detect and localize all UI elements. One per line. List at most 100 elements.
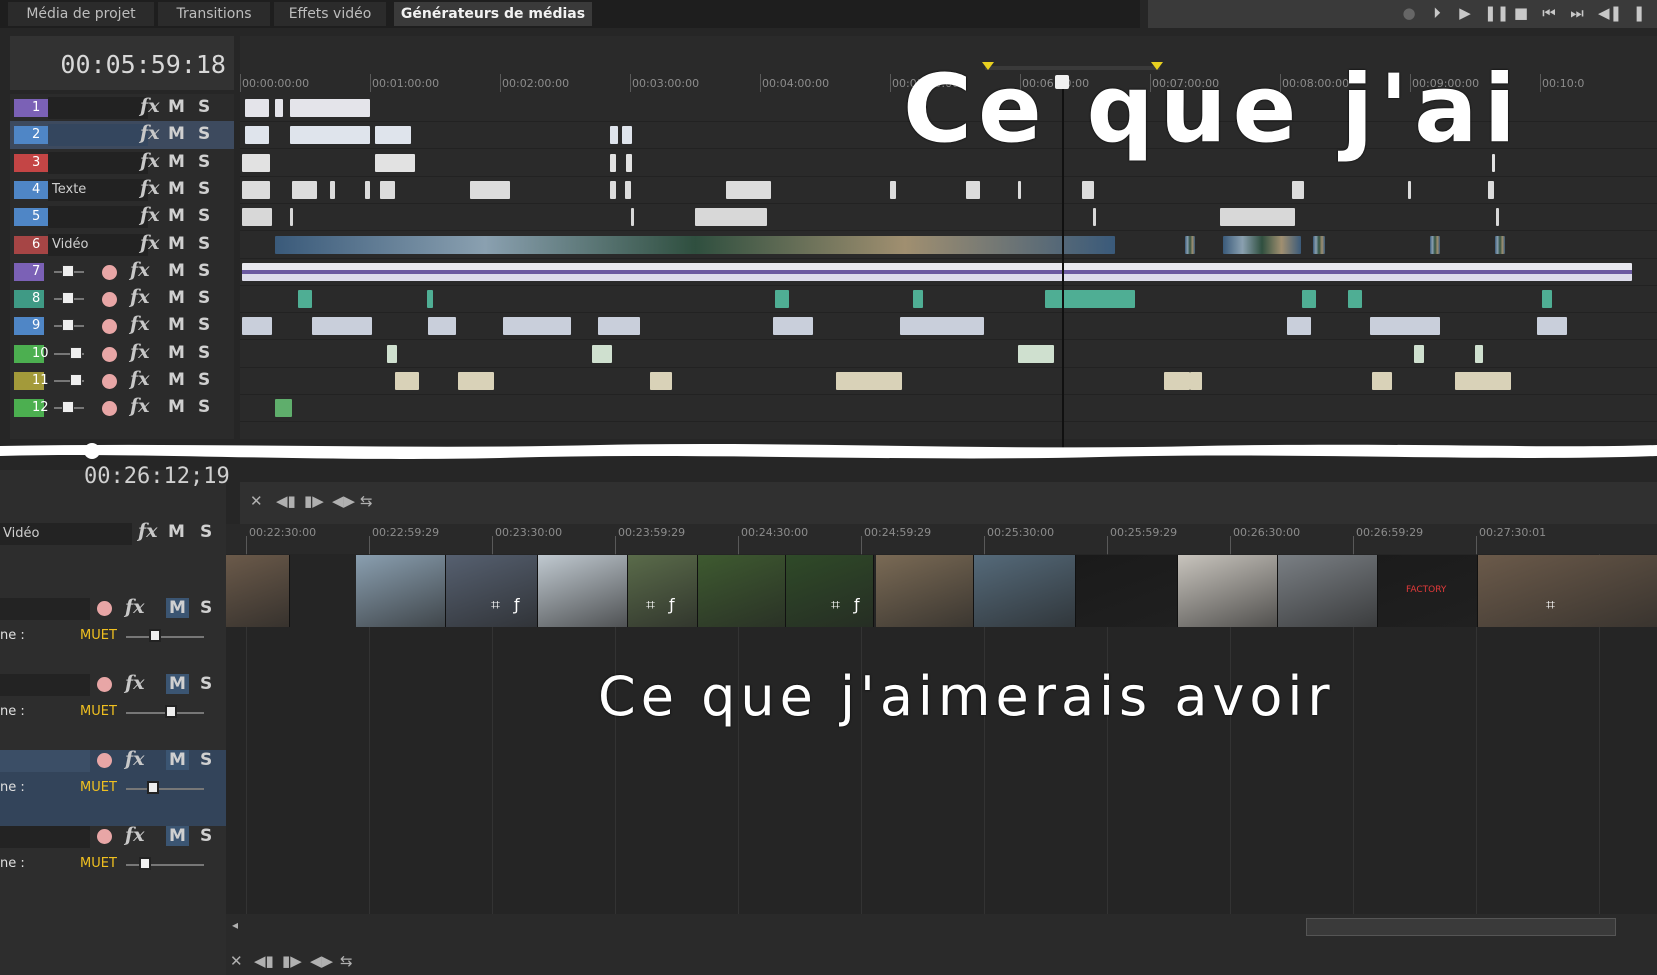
media-clip[interactable]: [298, 290, 312, 309]
timeline-track-row[interactable]: [240, 394, 1657, 423]
trim-end-icon[interactable]: ◀▶: [310, 952, 333, 970]
mute-button[interactable]: M: [168, 234, 185, 254]
record-arm-button[interactable]: [97, 829, 112, 844]
track-fx-button[interactable]: fx: [125, 824, 145, 846]
record-arm-button[interactable]: [102, 401, 117, 417]
solo-button[interactable]: S: [198, 124, 210, 144]
prev-frame-icon[interactable]: ◀❚: [1598, 4, 1622, 22]
mute-button[interactable]: M: [166, 598, 189, 618]
video-thumbnail[interactable]: [538, 555, 628, 627]
trim-start-icon[interactable]: ◀▮: [254, 952, 274, 970]
track-name-field[interactable]: Vidéo: [0, 523, 132, 545]
volume-knob[interactable]: [70, 346, 82, 359]
stop-icon[interactable]: ■: [1512, 4, 1530, 22]
track-fx-button[interactable]: fx: [138, 520, 158, 542]
timeline-track-row[interactable]: [240, 340, 1657, 368]
media-clip[interactable]: [1496, 208, 1499, 227]
media-clip[interactable]: [610, 180, 616, 199]
media-clip[interactable]: [626, 153, 632, 172]
media-clip[interactable]: [387, 344, 397, 363]
track-fx-button[interactable]: fx: [125, 748, 145, 770]
video-thumbnail[interactable]: [226, 555, 290, 627]
track-name-field[interactable]: [48, 97, 148, 119]
solo-button[interactable]: S: [200, 826, 212, 846]
split-icon[interactable]: ▮▶: [282, 952, 302, 970]
track-name-field[interactable]: [0, 674, 90, 696]
track-fx-button[interactable]: fx: [130, 368, 150, 390]
volume-slider[interactable]: [126, 636, 204, 638]
media-clip[interactable]: [245, 126, 269, 145]
media-clip[interactable]: [1348, 290, 1362, 309]
lower-track-area[interactable]: FACTORY ⌗ ƒ ⌗ ƒ ⌗ ƒ ⌗: [226, 554, 1657, 914]
volume-knob[interactable]: [62, 292, 74, 305]
media-clip[interactable]: [1223, 235, 1301, 254]
crop-icon[interactable]: ⌗: [1546, 595, 1555, 615]
record-arm-button[interactable]: [97, 753, 112, 768]
media-clip[interactable]: [275, 399, 292, 418]
media-clip[interactable]: [1190, 372, 1202, 390]
media-clip[interactable]: [365, 180, 370, 199]
lower-timecode[interactable]: 00:26:12;19: [84, 464, 230, 489]
video-thumbnail[interactable]: [786, 555, 874, 627]
media-clip[interactable]: [1082, 180, 1094, 199]
media-clip[interactable]: [1164, 372, 1190, 390]
mute-button[interactable]: M: [168, 522, 185, 542]
media-clip[interactable]: [1093, 208, 1096, 227]
crop-icon[interactable]: ⌗: [831, 595, 840, 615]
mute-button[interactable]: M: [168, 179, 185, 199]
video-thumbnail[interactable]: [446, 555, 538, 627]
record-arm-button[interactable]: [97, 677, 112, 692]
timeline-track-row[interactable]: [240, 285, 1657, 314]
media-clip[interactable]: [1302, 290, 1316, 309]
lower-time-ruler[interactable]: 00:22:30:00 00:22:59:29 00:23:30:00 00:23:5…: [226, 524, 1657, 554]
volume-slider[interactable]: [126, 788, 204, 790]
media-clip[interactable]: [1313, 235, 1325, 254]
crop-icon[interactable]: ⌗: [646, 595, 655, 615]
solo-button[interactable]: S: [198, 234, 210, 254]
record-arm-button[interactable]: [102, 374, 117, 389]
tab-transitions[interactable]: Transitions: [158, 2, 270, 26]
next-frame-icon[interactable]: ❚: [1630, 4, 1648, 22]
play-icon[interactable]: ▶: [1456, 4, 1474, 22]
trim-start-icon[interactable]: ◀▮: [276, 492, 296, 510]
track-name-field[interactable]: [48, 124, 148, 147]
media-clip[interactable]: [428, 317, 456, 336]
record-arm-button[interactable]: [102, 346, 117, 362]
media-clip[interactable]: [290, 99, 370, 117]
trim-end-icon[interactable]: ◀▶: [332, 492, 355, 510]
volume-knob[interactable]: [62, 319, 74, 332]
volume-slider-knob[interactable]: [139, 857, 151, 870]
track-name-field[interactable]: [0, 826, 90, 848]
volume-slider-knob[interactable]: [149, 629, 161, 642]
fx-badge-icon[interactable]: ƒ: [669, 595, 675, 614]
solo-button[interactable]: S: [198, 206, 210, 226]
volume-slider-knob[interactable]: [165, 705, 177, 718]
media-clip[interactable]: [1488, 180, 1494, 199]
media-clip[interactable]: [330, 180, 335, 199]
track-name-field[interactable]: [0, 598, 90, 620]
media-clip[interactable]: [395, 372, 419, 390]
media-clip[interactable]: [1455, 372, 1511, 390]
fx-badge-icon[interactable]: ƒ: [514, 595, 520, 614]
mute-button[interactable]: M: [168, 343, 185, 363]
media-clip[interactable]: [242, 208, 272, 227]
track-fx-button[interactable]: fx: [140, 232, 160, 254]
video-thumbnail[interactable]: [1178, 555, 1278, 627]
solo-button[interactable]: S: [198, 261, 210, 281]
mute-button[interactable]: M: [168, 288, 185, 308]
media-clip[interactable]: [695, 208, 767, 227]
video-thumbnail[interactable]: FACTORY: [1378, 555, 1478, 627]
media-clip[interactable]: [1185, 235, 1195, 254]
ripple-icon[interactable]: ⇆: [360, 492, 373, 510]
volume-slider-knob[interactable]: [147, 781, 159, 794]
timeline-track-row[interactable]: [240, 367, 1657, 395]
timeline-track-row[interactable]: [240, 312, 1657, 341]
media-clip[interactable]: [1475, 344, 1483, 363]
media-clip[interactable]: [625, 180, 631, 199]
media-clip[interactable]: [245, 99, 269, 117]
mute-button[interactable]: M: [168, 97, 185, 117]
media-clip[interactable]: [312, 317, 372, 336]
media-clip[interactable]: [292, 180, 317, 199]
volume-slider[interactable]: [126, 864, 204, 866]
tab-project-media[interactable]: Média de projet: [8, 2, 154, 26]
